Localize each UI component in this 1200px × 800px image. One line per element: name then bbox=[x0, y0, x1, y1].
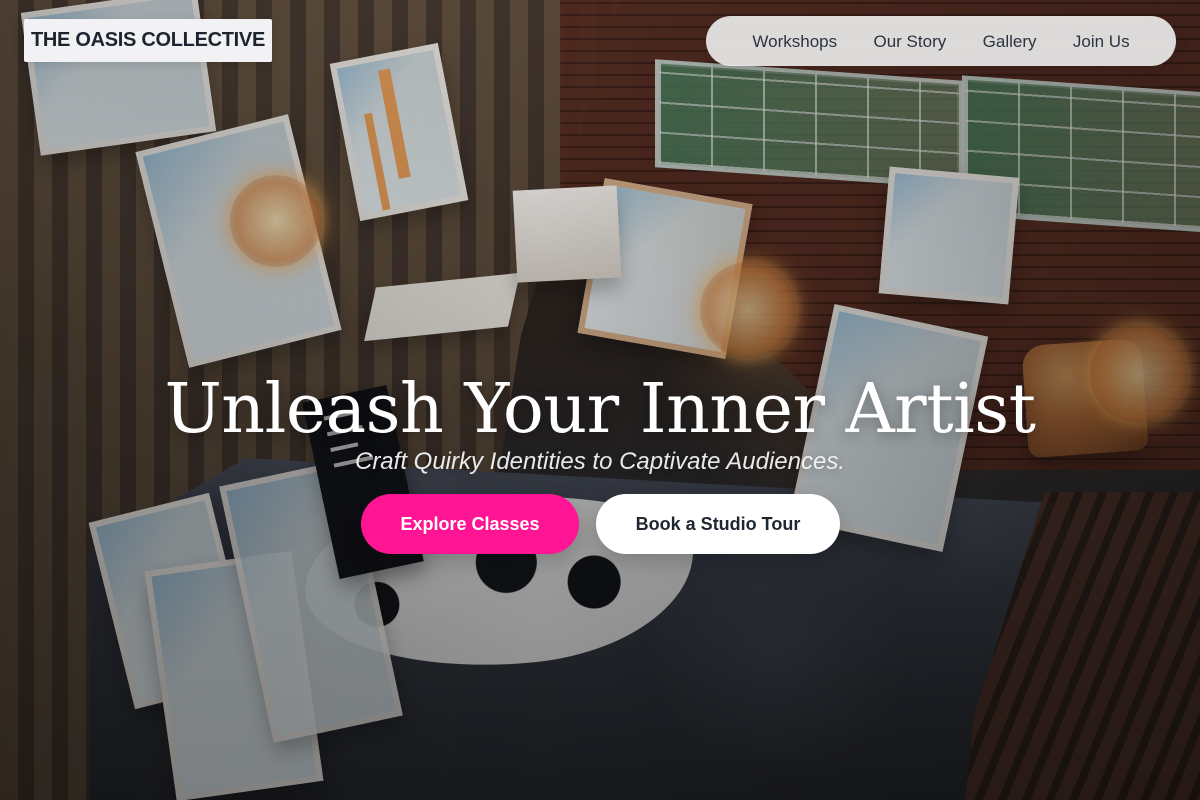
nav-our-story[interactable]: Our Story bbox=[874, 33, 947, 50]
hero-title: Unleash Your Inner Artist bbox=[164, 369, 1036, 449]
main-navigation: Workshops Our Story Gallery Join Us bbox=[706, 16, 1176, 66]
explore-classes-button[interactable]: Explore Classes bbox=[361, 494, 579, 554]
hero-section: THE OASIS COLLECTIVE Workshops Our Story… bbox=[0, 0, 1200, 800]
background-chandelier bbox=[700, 262, 796, 358]
background-chandelier bbox=[230, 175, 322, 267]
nav-gallery[interactable]: Gallery bbox=[983, 33, 1037, 50]
nav-join-us[interactable]: Join Us bbox=[1073, 33, 1130, 50]
background-artwork bbox=[878, 166, 1020, 305]
background-storage-box bbox=[512, 185, 622, 283]
brand-logo[interactable]: THE OASIS COLLECTIVE bbox=[24, 19, 272, 62]
hero-subtitle: Craft Quirky Identities to Captivate Aud… bbox=[354, 448, 845, 475]
book-studio-tour-button[interactable]: Book a Studio Tour bbox=[596, 494, 840, 554]
nav-workshops[interactable]: Workshops bbox=[752, 33, 837, 50]
